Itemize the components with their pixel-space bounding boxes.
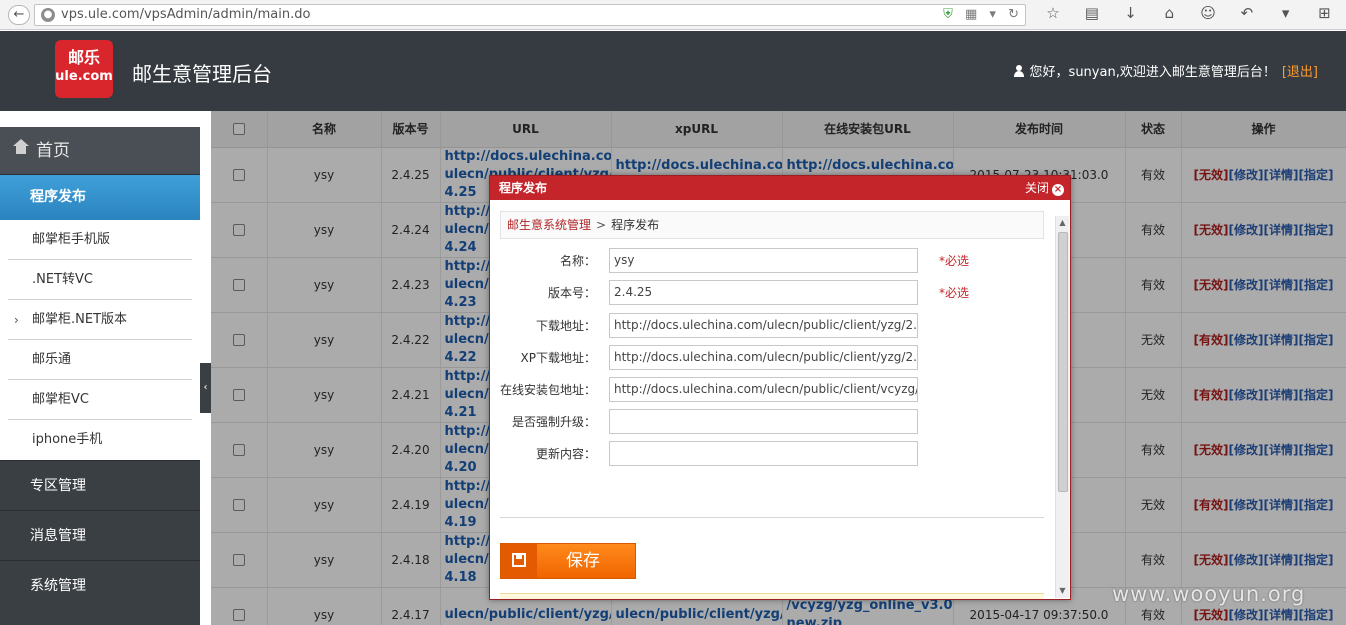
ule-logo[interactable]: 邮乐 ule.com [55,40,113,98]
form-row-download-url: 下载地址： http://docs.ulechina.com/ulecn/pub… [490,313,1050,339]
sidebar-item-system[interactable]: 系统管理 [0,560,200,610]
force-upgrade-label: 是否强制升级： [511,415,596,429]
crop-icon[interactable]: ⊞ [1307,4,1341,22]
scroll-down-icon[interactable]: ▼ [1056,584,1069,598]
update-content-input[interactable] [609,441,918,466]
menu-arrow-icon[interactable]: ▾ [1269,4,1303,22]
sidebar-item-zone[interactable]: 专区管理 [0,460,200,510]
watermark: www.wooyun.org [1112,582,1306,606]
dialog-close-button[interactable]: 关闭 × [1025,176,1064,200]
download-url-label: 下载地址： [535,319,596,333]
update-content-label: 更新内容： [535,447,596,461]
form-row-version: 版本号： 2.4.25 *必选 [490,280,1050,306]
globe-icon: ● [41,8,55,22]
browser-toolbar: ← ● vps.ule.com/vpsAdmin/admin/main.do ⛨… [0,0,1346,30]
bookmark-star-icon[interactable]: ☆ [1036,4,1070,22]
submenu-item[interactable]: 邮掌柜VC [8,380,192,420]
xp-download-url-label: XP下载地址： [520,351,596,365]
submenu-item[interactable]: 邮乐通 [8,340,192,380]
online-package-url-input[interactable]: http://docs.ulechina.com/ulecn/public/cl… [609,377,918,402]
url-text: vps.ule.com/vpsAdmin/admin/main.do [61,7,311,22]
sidebar-item-home[interactable]: 首页 [0,127,200,175]
home-browser-icon[interactable]: ⌂ [1152,4,1186,22]
site-header: 邮乐 ule.com 邮生意管理后台 您好，sunyan,欢迎进入邮生意管理后台… [0,31,1346,111]
sidebar-item-messages[interactable]: 消息管理 [0,510,200,560]
download-icon[interactable]: ↓ [1114,4,1148,22]
submenu-item-expandable[interactable]: › 邮掌柜.NET版本 [8,300,192,340]
breadcrumb-root-link[interactable]: 邮生意系统管理 [507,218,591,232]
reader-icon[interactable]: ▤ [1075,4,1109,22]
shield-icon[interactable]: ⛨ [943,7,953,22]
home-icon [13,139,29,157]
back-arrow-icon[interactable]: ← [8,5,30,25]
form-row-update-content: 更新内容： [490,441,1050,467]
site-title: 邮生意管理后台 [132,62,272,86]
submenu-item[interactable]: iphone手机 [8,420,192,460]
form-row-force-upgrade: 是否强制升级： [490,409,1050,435]
undo-icon[interactable]: ↶ [1230,4,1264,22]
download-url-input[interactable]: http://docs.ulechina.com/ulecn/public/cl… [609,313,918,338]
dialog-scrollbar[interactable]: ▲ ▼ [1055,216,1069,598]
scroll-up-icon[interactable]: ▲ [1056,216,1069,230]
name-label: 名称： [559,254,596,268]
form-row-xp-download-url: XP下载地址： http://docs.ulechina.com/ulecn/p… [490,345,1050,371]
chevron-right-icon: › [14,313,19,327]
required-marker: *必选 [939,286,970,300]
sidebar: 首页 程序发布 邮掌柜手机版 .NET转VC › 邮掌柜.NET版本 邮乐通 邮掌… [0,127,200,625]
form-row-name: 名称： ysy *必选 [490,248,1050,274]
address-bar[interactable]: ● vps.ule.com/vpsAdmin/admin/main.do ⛨ ▦… [34,4,1026,26]
breadcrumb-separator: > [596,218,607,232]
save-button[interactable]: 保存 [500,543,636,579]
force-upgrade-input[interactable] [609,409,918,434]
dialog-notice-strip [500,593,1044,599]
dialog-divider [500,517,1044,518]
sidebar-item-program-release[interactable]: 程序发布 [0,175,200,220]
breadcrumb: 邮生意系统管理 > 程序发布 [500,211,1044,239]
name-input[interactable]: ysy [609,248,918,273]
dropdown-icon[interactable]: ▾ [989,7,996,22]
reload-icon[interactable]: ↻ [1008,7,1019,22]
chat-icon[interactable]: ☺ [1191,4,1225,22]
dialog-header: 程序发布 关闭 × [490,176,1070,200]
version-label: 版本号： [547,286,596,300]
user-greeting: 您好，sunyan,欢迎进入邮生意管理后台！ [退出] [1013,61,1318,80]
greeting-text: 您好，sunyan,欢迎进入邮生意管理后台！ [1029,65,1276,80]
qr-icon[interactable]: ▦ [965,7,977,22]
program-release-dialog: 程序发布 关闭 × 邮生意系统管理 > 程序发布 名称： ysy *必选 版本号： 2… [489,175,1071,600]
floppy-disk-icon [501,544,537,578]
version-input[interactable]: 2.4.25 [609,280,918,305]
required-marker: *必选 [939,254,970,268]
online-package-url-label: 在线安装包地址： [499,383,596,397]
submenu-item[interactable]: .NET转VC [8,260,192,300]
sidebar-submenu: 邮掌柜手机版 .NET转VC › 邮掌柜.NET版本 邮乐通 邮掌柜VC ipho… [0,220,200,460]
dialog-title: 程序发布 [499,181,548,195]
close-icon: × [1052,184,1064,196]
sidebar-collapse-toggle[interactable]: ‹ [200,363,211,413]
xp-download-url-input[interactable]: http://docs.ulechina.com/ulecn/public/cl… [609,345,918,370]
logout-link[interactable]: [退出] [1282,65,1318,80]
breadcrumb-current: 程序发布 [611,218,660,232]
submenu-item[interactable]: 邮掌柜手机版 [8,220,192,260]
form-row-online-package-url: 在线安装包地址： http://docs.ulechina.com/ulecn/… [490,377,1050,403]
user-icon [1013,65,1024,77]
scrollbar-thumb[interactable] [1058,232,1068,492]
